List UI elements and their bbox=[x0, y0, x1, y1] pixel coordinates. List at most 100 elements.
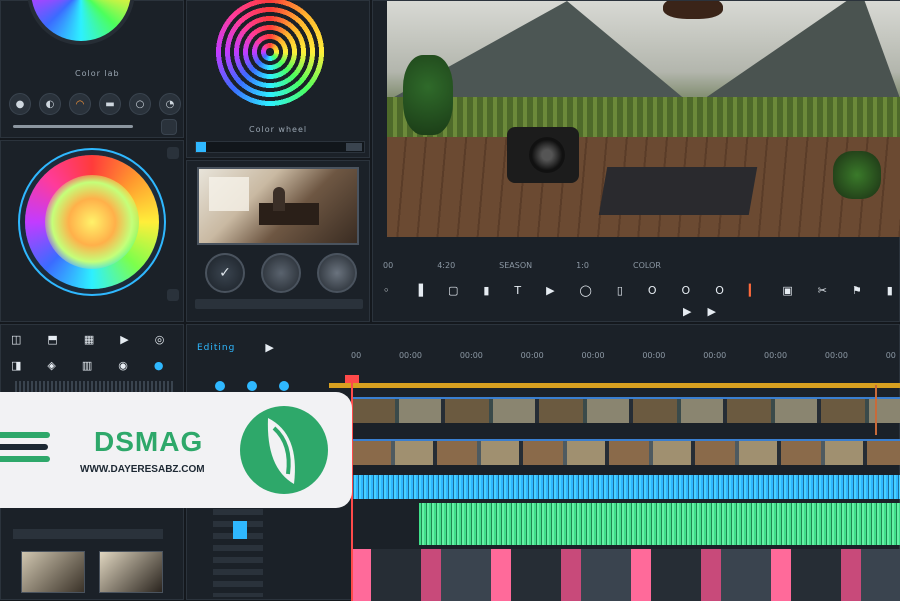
mark-icon[interactable]: ▐ bbox=[414, 284, 422, 297]
brand-name: DSMAG bbox=[94, 426, 204, 457]
brand-banner: DSMAG WWW.DAYERESABZ.COM bbox=[0, 392, 352, 508]
loop-icon[interactable]: ◠ bbox=[69, 93, 91, 115]
tools-row-1: ◫ ⬒ ▦ ▶ ◎ bbox=[11, 333, 164, 346]
o1-icon[interactable]: O bbox=[648, 284, 657, 297]
track-toggle-2[interactable] bbox=[247, 381, 257, 391]
record-icon[interactable]: ● bbox=[9, 93, 31, 115]
play-sub-2-icon[interactable]: ▶ bbox=[707, 305, 715, 318]
mountain-right bbox=[701, 1, 900, 101]
color-lab-panel: Color lab ● ◐ ◠ ▬ ○ ◔ bbox=[0, 0, 184, 138]
audio-track-blue[interactable] bbox=[351, 475, 900, 499]
slider-end-icon[interactable] bbox=[161, 119, 177, 135]
media-thumb-1[interactable] bbox=[21, 551, 85, 593]
audio-track-green[interactable] bbox=[419, 503, 900, 545]
media-thumb-2[interactable] bbox=[99, 551, 163, 593]
wheel-side-icon[interactable] bbox=[167, 147, 179, 159]
brand-logo-icon bbox=[238, 404, 330, 496]
frame-icon[interactable]: ▯ bbox=[617, 284, 623, 297]
loop-icon[interactable]: ◯ bbox=[580, 284, 592, 297]
timecode-3: 1:0 bbox=[576, 260, 589, 270]
camera-prop bbox=[507, 127, 579, 183]
preview-small-panel: ✓ bbox=[186, 160, 370, 322]
track-controls bbox=[215, 381, 289, 391]
o2-icon[interactable]: O bbox=[682, 284, 691, 297]
forward-icon[interactable] bbox=[317, 253, 357, 293]
ruler-mark: 00:00 bbox=[398, 351, 423, 360]
play-sub-1-icon[interactable]: ▶ bbox=[683, 305, 691, 318]
play-icon[interactable]: ▶ bbox=[546, 284, 554, 297]
slide-icon[interactable]: ▥ bbox=[82, 359, 92, 372]
zoom-icon[interactable]: ● bbox=[154, 359, 164, 372]
up-icon[interactable]: ◫ bbox=[11, 333, 21, 346]
toggle-icon[interactable]: ▬ bbox=[99, 93, 121, 115]
slip-icon[interactable]: ◈ bbox=[47, 359, 55, 372]
spiral-wheel[interactable] bbox=[215, 0, 325, 107]
track-toggle-1[interactable] bbox=[215, 381, 225, 391]
viewer-panel: 00 4:20 SEASON 1:0 COLOR ◦ ▐ ▢ ▮ T ▶ ◯ ▯… bbox=[372, 0, 900, 322]
video-track-2[interactable] bbox=[351, 439, 900, 465]
play-circle-icon[interactable] bbox=[261, 253, 301, 293]
timecode-0: 00 bbox=[383, 260, 394, 270]
color-slider[interactable] bbox=[13, 125, 133, 128]
ruler-mark: 00 bbox=[885, 351, 896, 360]
ruler-mark: 00 bbox=[351, 351, 362, 360]
viewer-frame bbox=[387, 1, 900, 237]
color-wheel-main[interactable] bbox=[25, 155, 159, 289]
ruler-mark: 00:00 bbox=[459, 351, 483, 360]
cut-icon[interactable]: ✂ bbox=[818, 284, 827, 297]
ripple-icon[interactable]: ▢ bbox=[448, 284, 458, 297]
plant-left bbox=[403, 55, 453, 135]
timeline-header: Editing ▶ bbox=[197, 341, 274, 354]
playhead-handle[interactable] bbox=[345, 375, 359, 383]
bird-icon bbox=[663, 1, 723, 19]
timeline-ruler: 00 00:00 00:00 00:00 00:00 00:00 00:00 0… bbox=[351, 351, 896, 360]
mark-in-icon[interactable]: ▎ bbox=[749, 284, 757, 297]
pink-clips[interactable] bbox=[351, 549, 900, 601]
search-icon[interactable]: ⬒ bbox=[47, 333, 57, 346]
timecode-1: 4:20 bbox=[437, 260, 456, 270]
brand-url[interactable]: WWW.DAYERESABZ.COM bbox=[80, 464, 205, 475]
preview-progress[interactable] bbox=[195, 299, 363, 309]
timecode-4: COLOR bbox=[633, 260, 661, 270]
vineyard bbox=[387, 97, 900, 137]
viewer-timecode-bar: 00 4:20 SEASON 1:0 COLOR bbox=[383, 257, 893, 273]
split-icon[interactable]: ▦ bbox=[84, 333, 94, 346]
mini-scrubber[interactable] bbox=[195, 141, 365, 153]
viewer-transport: ◦ ▐ ▢ ▮ T ▶ ◯ ▯ O O O ▎ ▣ ✂ ⚑ ▮ bbox=[383, 281, 893, 299]
preview-thumbnail bbox=[197, 167, 359, 245]
marker-icon[interactable]: ▮ bbox=[483, 284, 489, 297]
circle-icon[interactable]: ◐ bbox=[39, 93, 61, 115]
tools-row-2: ◨ ◈ ▥ ◉ ● bbox=[11, 359, 164, 372]
color-wheel-panel bbox=[0, 140, 184, 322]
fill-icon[interactable]: ▣ bbox=[782, 284, 792, 297]
move-icon[interactable]: ▶ bbox=[120, 333, 128, 346]
blade-icon[interactable]: ◨ bbox=[11, 359, 21, 372]
clock-icon[interactable]: ◔ bbox=[159, 93, 181, 115]
t-icon[interactable]: T bbox=[514, 284, 521, 297]
prev-icon[interactable]: ◦ bbox=[383, 284, 390, 297]
hand-icon[interactable]: ◉ bbox=[118, 359, 128, 372]
media-bin-bar[interactable] bbox=[13, 529, 163, 539]
video-track-1[interactable] bbox=[351, 397, 900, 423]
ruler-mark: 00:00 bbox=[703, 351, 727, 360]
timeline-menu-icon[interactable]: ▶ bbox=[265, 341, 273, 354]
timeline-title: Editing bbox=[197, 342, 236, 353]
ruler-mark: 00:00 bbox=[642, 351, 666, 360]
rewind-icon[interactable]: ✓ bbox=[205, 253, 245, 293]
ruler-mark: 00:00 bbox=[764, 351, 788, 360]
track-toggle-3[interactable] bbox=[279, 381, 289, 391]
range-icon[interactable]: ◎ bbox=[155, 333, 165, 346]
end-marker bbox=[875, 385, 877, 435]
ruler-mark: 00:00 bbox=[520, 351, 544, 360]
flag-icon[interactable]: ⚑ bbox=[852, 284, 862, 297]
color-wheel-top[interactable] bbox=[31, 0, 131, 41]
color-wheel-panel-2: Color wheel bbox=[186, 0, 370, 158]
menu-icon[interactable] bbox=[0, 432, 50, 462]
marker-end-icon[interactable]: ▮ bbox=[887, 284, 893, 297]
timecode-2: SEASON bbox=[499, 260, 533, 270]
track-gold-bar bbox=[329, 383, 900, 388]
circle-outline-icon[interactable]: ○ bbox=[129, 93, 151, 115]
o3-icon[interactable]: O bbox=[715, 284, 724, 297]
wheel-side-icon-2[interactable] bbox=[167, 289, 179, 301]
track-blue-tag[interactable] bbox=[233, 521, 247, 539]
